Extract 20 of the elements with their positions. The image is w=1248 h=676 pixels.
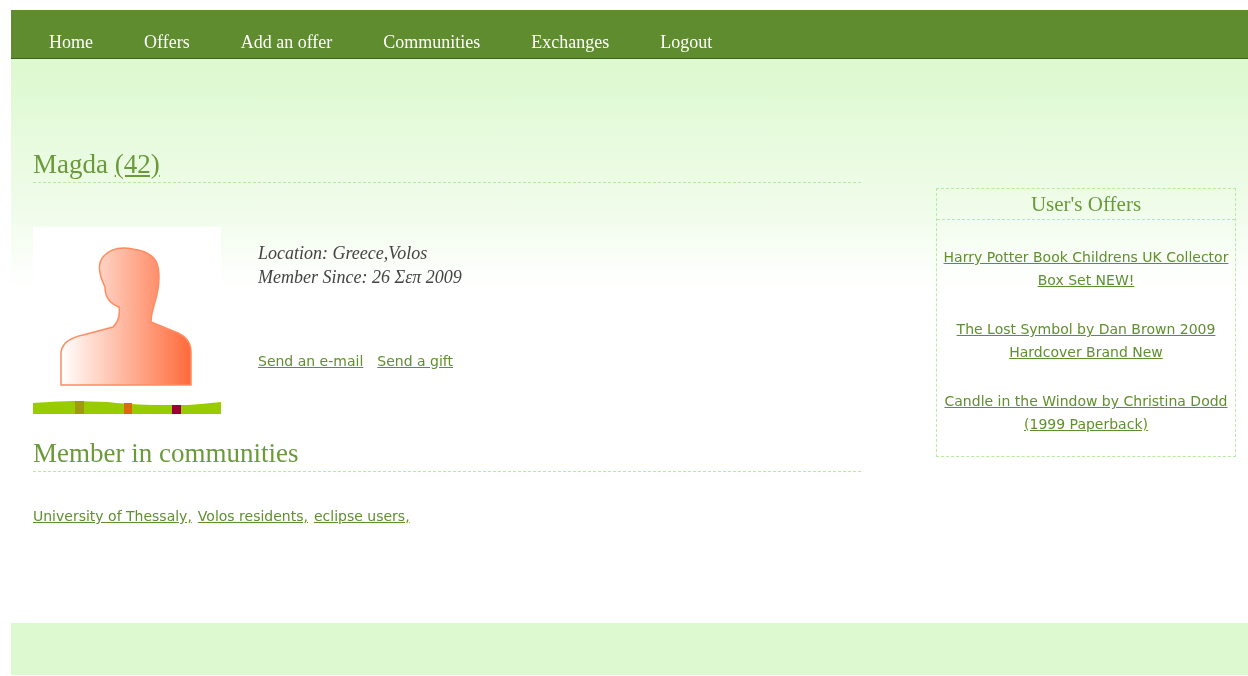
offer-link[interactable]: Candle in the Window by Christina Dodd (1999 Paperback) [939,390,1233,436]
nav-link[interactable]: Add an offer [240,32,333,53]
communities-heading: Member in communities [33,438,861,472]
offer-link[interactable]: The Lost Symbol by Dan Brown 2009 Hardcover Brand New [939,318,1233,364]
nav-link[interactable]: Home [49,32,93,53]
action-link[interactable]: Send an e-mail [258,353,364,369]
offer-count-link[interactable]: (42) [114,149,160,179]
community-link[interactable]: eclipse users, [313,508,410,524]
nav-link[interactable]: Offers [144,32,190,53]
offer-link[interactable]: Harry Potter Book Childrens UK Collector Box Set NEW! [939,246,1233,292]
nav-link[interactable]: Communities [383,32,481,53]
location-text: Location: Greece,Volos [258,242,429,265]
nav-link[interactable]: Exchanges [531,32,610,53]
offers-title: User's Offers [937,189,1235,220]
community-link[interactable]: University of Thessaly, [33,508,192,524]
action-link[interactable]: Send a gift [377,353,453,369]
community-link[interactable]: Volos residents, [197,508,308,524]
member-since-text: Member Since: 26 Σεπ 2009 [258,266,462,289]
nav-link[interactable]: Logout [660,32,713,53]
user-name: Magda [33,149,108,179]
